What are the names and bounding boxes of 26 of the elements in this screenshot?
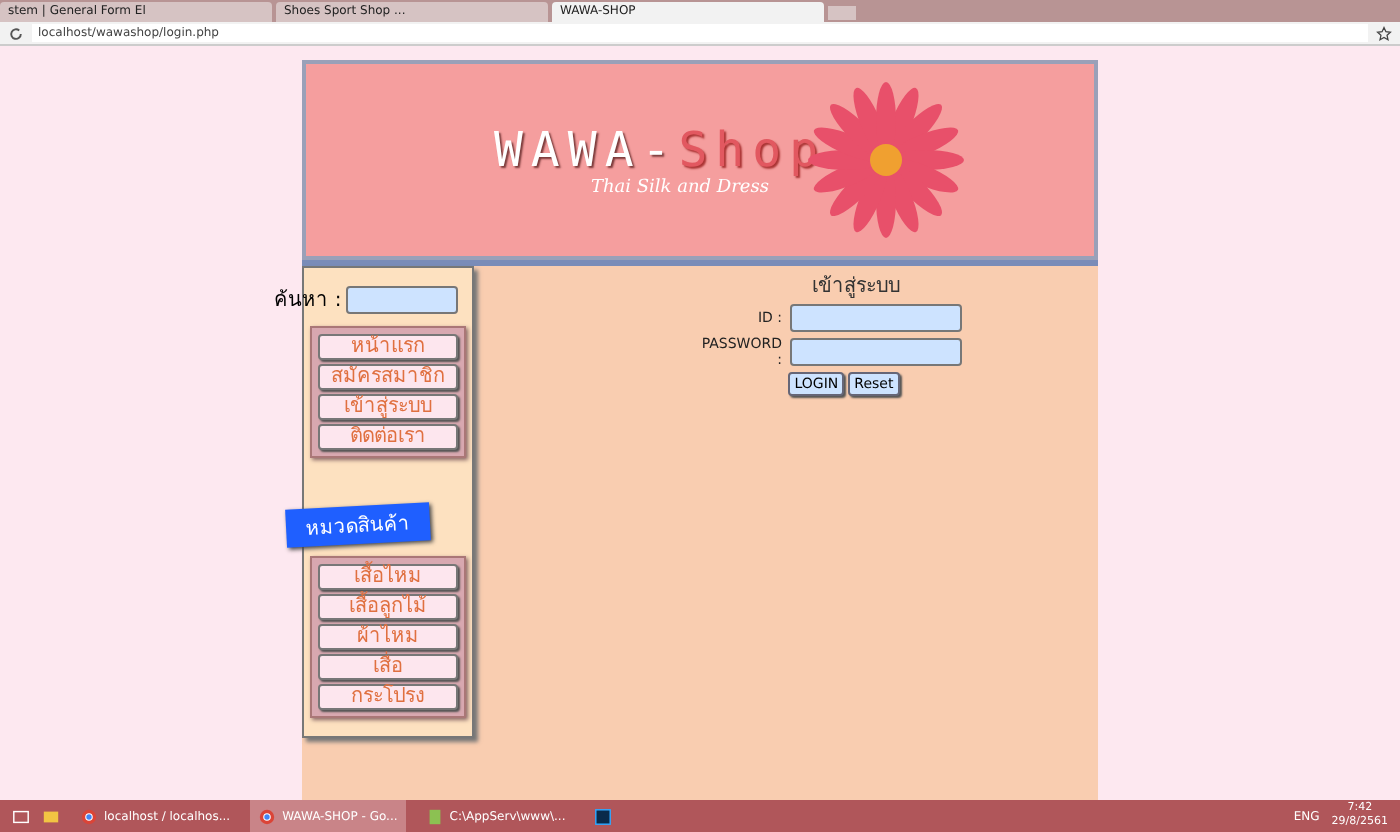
search-field[interactable] <box>345 285 458 313</box>
refresh-icon[interactable] <box>8 25 24 41</box>
logo-text: WAWA- <box>493 122 679 178</box>
menu-button[interactable]: เข้าสู่ระบบ <box>318 394 458 420</box>
category-button[interactable]: เสื้อไหม <box>318 564 458 590</box>
category-button[interactable]: เสื้อลูกไม้ <box>318 594 458 620</box>
category-button[interactable]: ผ้าไหม <box>318 624 458 650</box>
menu-button[interactable]: ติดต่อเรา <box>318 424 458 450</box>
category-button[interactable]: เสื่อ <box>318 654 458 680</box>
menu-button[interactable]: หน้าแรก <box>318 334 458 360</box>
category-label: หมวดสินค้า <box>285 502 431 548</box>
login-heading: เข้าสู่ระบบ <box>812 273 900 300</box>
browser-icon <box>258 807 277 825</box>
logo-text: Shop <box>678 122 827 178</box>
menu-button[interactable]: สมัครสมาชิก <box>318 364 458 390</box>
password-field[interactable] <box>790 338 962 366</box>
tagline: Thai Silk and Dress <box>590 178 769 198</box>
app-icon <box>593 807 612 825</box>
search-label: ค้นหา : <box>274 287 342 314</box>
folder-icon[interactable] <box>42 807 60 825</box>
document-icon <box>425 807 444 825</box>
browser-icon <box>80 807 98 825</box>
id-field[interactable] <box>790 304 962 332</box>
star-icon[interactable] <box>1376 25 1392 41</box>
task-view-icon[interactable] <box>12 807 30 825</box>
category-button[interactable]: กระโปรง <box>318 684 458 710</box>
